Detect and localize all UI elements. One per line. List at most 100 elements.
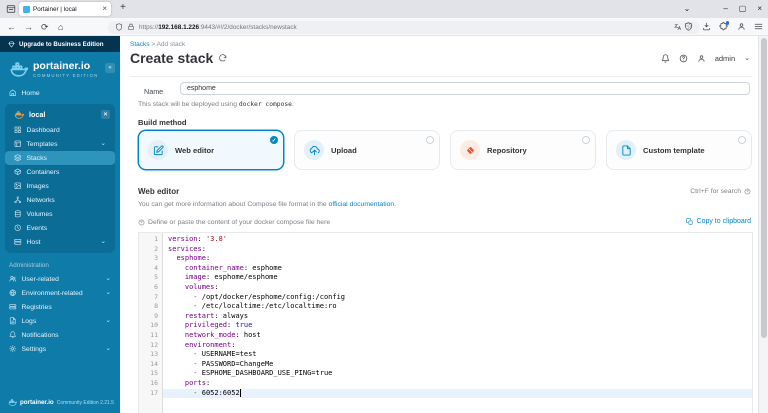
- divider: [130, 76, 752, 77]
- pocket-icon[interactable]: [684, 22, 693, 31]
- code-line[interactable]: - ESPHOME_DASHBOARD_USE_PING=true: [168, 369, 752, 379]
- official-documentation-link[interactable]: official documentation: [329, 201, 395, 208]
- code-line[interactable]: restart: always: [168, 312, 752, 322]
- code-line[interactable]: - USERNAME=test: [168, 350, 752, 360]
- tab-title: Portainer | local: [33, 5, 77, 13]
- help-icon[interactable]: [679, 54, 688, 63]
- new-tab-button[interactable]: +: [120, 2, 126, 13]
- code-line[interactable]: - /etc/localtime:/etc/localtime:ro: [168, 302, 752, 312]
- sidebar: Upgrade to Business Edition portainer.io…: [0, 36, 120, 413]
- radio-checked-icon[interactable]: ✓: [270, 136, 278, 144]
- user-icon[interactable]: [697, 54, 706, 63]
- code-line[interactable]: esphome:: [168, 254, 752, 264]
- chevron-down-icon[interactable]: ⌄: [744, 55, 750, 62]
- code-line[interactable]: version: '3.8': [168, 235, 752, 245]
- sidebar-item-host[interactable]: Host ⌄: [5, 235, 115, 249]
- extensions-icon[interactable]: [719, 21, 729, 31]
- forward-icon[interactable]: →: [24, 22, 33, 32]
- window-maximize-button[interactable]: ▢: [739, 5, 747, 13]
- web-editor-title: Web editor: [138, 187, 180, 196]
- sidebar-item-registries[interactable]: Registries: [0, 300, 120, 314]
- upload-cloud-icon: [304, 140, 324, 160]
- code-editor[interactable]: 1 2 3 4 5 6 7 8 9 10 11 12 13 14 15 16 17 version: '3.8'…: [138, 232, 753, 413]
- code-area[interactable]: version: '3.8' services: esphome: contain…: [163, 233, 752, 413]
- sidebar-item-images[interactable]: Images: [5, 179, 115, 193]
- code-line[interactable]: image: esphome/esphome: [168, 273, 752, 283]
- close-icon[interactable]: ×: [101, 110, 110, 119]
- browser-tab-bar: Portainer | local × + ⌄ – ▢ ×: [0, 0, 768, 18]
- code-line[interactable]: environment:: [168, 341, 752, 351]
- code-line[interactable]: privileged: true: [168, 321, 752, 331]
- header-tools: admin ⌄: [661, 54, 750, 63]
- copy-to-clipboard-button[interactable]: Copy to clipboard: [686, 218, 751, 226]
- tab-overview-icon[interactable]: [6, 4, 16, 14]
- build-method-custom-template[interactable]: Custom template: [606, 130, 752, 170]
- code-line[interactable]: container_name: esphome: [168, 264, 752, 274]
- url-bar[interactable]: https://192.168.1.226:9443/#!/2/docker/s…: [108, 20, 700, 34]
- reload-icon[interactable]: ⟳: [41, 22, 49, 32]
- window-minimize-button[interactable]: –: [723, 5, 727, 13]
- shield-icon[interactable]: [115, 23, 123, 31]
- page-scrollbar[interactable]: [758, 36, 768, 413]
- build-method-label: Build method: [138, 118, 187, 127]
- menu-icon[interactable]: [754, 22, 763, 31]
- sidebar-item-logs[interactable]: Logs ⌄: [0, 314, 120, 328]
- layout-icon: [14, 140, 22, 148]
- sidebar-item-dashboard[interactable]: Dashboard: [5, 123, 115, 137]
- radio-unchecked-icon[interactable]: [426, 136, 434, 144]
- sidebar-item-home[interactable]: Home: [0, 86, 120, 100]
- code-line[interactable]: - 6052:6052: [163, 388, 752, 399]
- sidebar-collapse-button[interactable]: «: [105, 63, 115, 73]
- home-icon[interactable]: ⌂: [58, 22, 63, 32]
- refresh-icon[interactable]: [218, 53, 227, 63]
- sidebar-item-stacks[interactable]: Stacks: [5, 151, 115, 165]
- sidebar-item-templates[interactable]: Templates ⌄: [5, 137, 115, 151]
- bell-icon[interactable]: [661, 54, 670, 63]
- globe-icon: [9, 289, 17, 297]
- browser-tab[interactable]: Portainer | local ×: [19, 2, 111, 16]
- translate-icon[interactable]: [674, 23, 682, 31]
- downloads-icon[interactable]: [702, 22, 711, 31]
- code-line[interactable]: - /opt/docker/esphome/config:/config: [168, 293, 752, 303]
- stack-name-input[interactable]: [180, 82, 750, 95]
- radio-unchecked-icon[interactable]: [738, 136, 746, 144]
- sidebar-item-events[interactable]: Events: [5, 221, 115, 235]
- build-method-repository[interactable]: Repository: [450, 130, 596, 170]
- sidebar-item-containers[interactable]: Containers: [5, 165, 115, 179]
- code-line[interactable]: services:: [168, 245, 752, 255]
- sidebar-item-environment-related[interactable]: Environment-related ⌄: [0, 286, 120, 300]
- lock-icon[interactable]: [127, 23, 135, 31]
- code-line[interactable]: volumes:: [168, 283, 752, 293]
- server-icon: [14, 238, 22, 246]
- account-icon[interactable]: [737, 22, 746, 31]
- portainer-whale-icon: [8, 398, 17, 407]
- code-line[interactable]: - PASSWORD=ChangeMe: [168, 360, 752, 370]
- chevron-down-icon: ⌄: [100, 237, 106, 245]
- build-method-upload[interactable]: Upload: [294, 130, 440, 170]
- build-method-web-editor[interactable]: ✓ Web editor: [138, 130, 284, 170]
- sidebar-item-notifications[interactable]: Notifications: [0, 328, 120, 342]
- tab-list-chevron-icon[interactable]: ⌄: [684, 5, 691, 13]
- user-menu[interactable]: admin: [715, 54, 735, 63]
- help-circle-icon[interactable]: [744, 188, 751, 195]
- toolbar-icons: [684, 21, 763, 31]
- code-line[interactable]: network_mode: host: [168, 331, 752, 341]
- gear-icon: [9, 345, 17, 353]
- tab-close-icon[interactable]: ×: [102, 5, 107, 13]
- back-icon[interactable]: ←: [7, 22, 16, 32]
- environment-local[interactable]: local ×: [5, 106, 115, 123]
- window-close-button[interactable]: ×: [757, 5, 762, 13]
- environment-panel: local × Dashboard Templates ⌄ Stacks Contain…: [5, 104, 115, 253]
- logo: portainer.io COMMUNITY EDITION «: [0, 52, 120, 86]
- text-cursor: [239, 388, 241, 397]
- sidebar-item-user-related[interactable]: User-related ⌄: [0, 272, 120, 286]
- sidebar-item-volumes[interactable]: Volumes: [5, 207, 115, 221]
- scrollbar-thumb[interactable]: [760, 38, 767, 338]
- code-line[interactable]: ports:: [168, 379, 752, 389]
- radio-unchecked-icon[interactable]: [582, 136, 590, 144]
- upgrade-banner[interactable]: Upgrade to Business Edition: [0, 36, 120, 52]
- copy-icon: [686, 218, 694, 226]
- sidebar-item-settings[interactable]: Settings ⌄: [0, 342, 120, 356]
- sidebar-item-networks[interactable]: Networks: [5, 193, 115, 207]
- breadcrumb-stacks-link[interactable]: Stacks: [130, 41, 150, 48]
